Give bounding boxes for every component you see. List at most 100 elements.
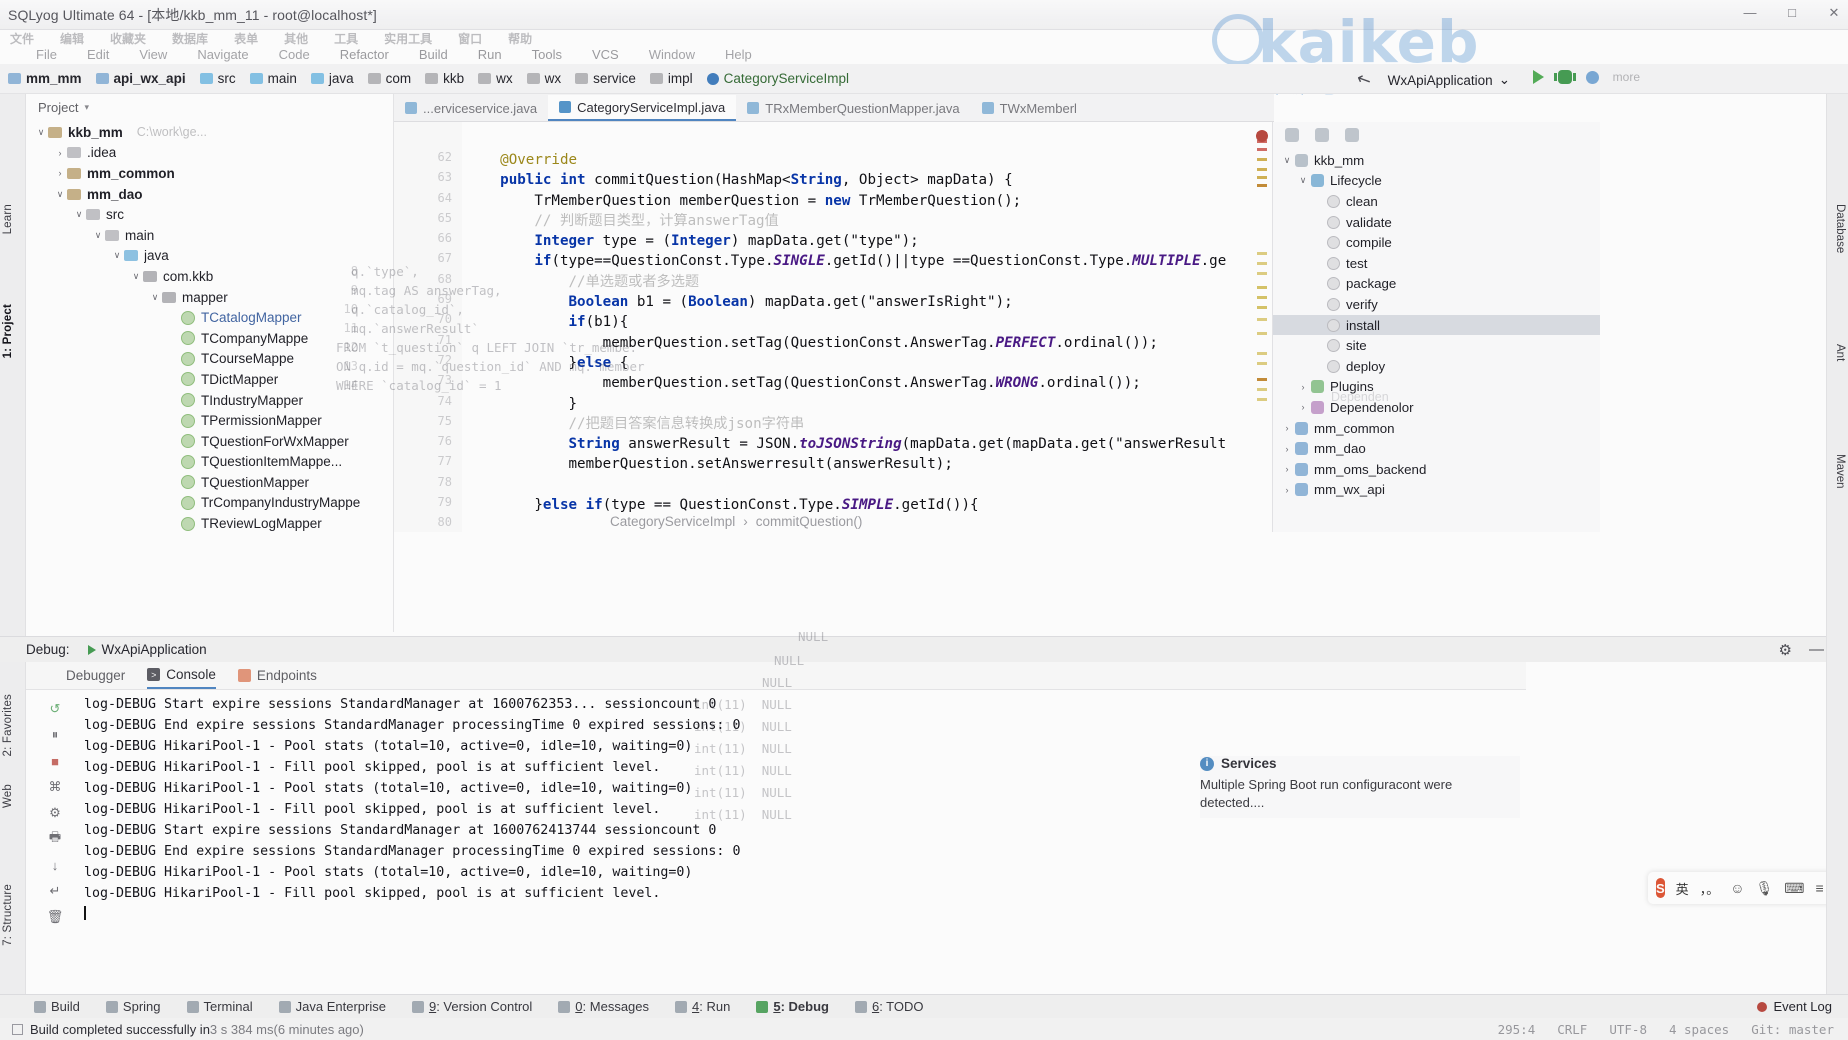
stripe-marker[interactable] [1257, 378, 1267, 381]
breadcrumb-item-service[interactable]: service [575, 71, 636, 86]
stripe-marker[interactable] [1257, 158, 1267, 161]
status-indicator[interactable]: CRLF [1557, 1022, 1587, 1037]
bottom-tab-9-version-control[interactable]: 9: Version Control [411, 999, 532, 1014]
bottom-tab-spring[interactable]: Spring [105, 999, 161, 1014]
status-indicator[interactable]: UTF-8 [1609, 1022, 1647, 1037]
tree-node-kkb_mm[interactable]: ∨ kkb_mm C:\work\ge... [26, 122, 393, 143]
breadcrumb-item-wx[interactable]: wx [478, 71, 513, 86]
chevron-right-icon[interactable]: › [1279, 444, 1295, 454]
print-icon[interactable]: 🖶 [42, 826, 68, 852]
stripe-marker[interactable] [1257, 272, 1267, 275]
chevron-right-icon[interactable]: › [1279, 464, 1295, 474]
maven-node-mm_wx_api[interactable]: › mm_wx_api [1273, 480, 1600, 501]
maven-node-install[interactable]: install [1273, 314, 1600, 336]
error-stripe[interactable] [1256, 122, 1268, 532]
ime-punctuation-toggle[interactable]: ，。 [1700, 879, 1720, 898]
maven-node-Lifecycle[interactable]: ∨ Lifecycle [1273, 171, 1600, 192]
add-icon[interactable] [1315, 128, 1329, 142]
status-checkbox-icon[interactable] [12, 1023, 23, 1035]
chevron-right-icon[interactable]: › [1279, 485, 1295, 495]
ide-menu-navigate[interactable]: Navigate [197, 47, 248, 62]
chevron-down-icon[interactable]: ∨ [53, 189, 67, 200]
event-log-button[interactable]: Event Log [1757, 999, 1832, 1014]
run-configuration-selector[interactable]: ↖ WxApiApplication ⌄ [1354, 68, 1518, 91]
rerun-icon[interactable]: ↺ [42, 696, 68, 722]
chevron-down-icon[interactable]: ∨ [72, 209, 86, 220]
chevron-down-icon[interactable]: ⌄ [1499, 72, 1510, 88]
scroll-icon[interactable]: ↓ [42, 852, 68, 878]
bottom-tab-build[interactable]: Build [34, 999, 80, 1014]
ime-language-toggle[interactable]: 英 [1676, 879, 1689, 898]
clear-all-icon[interactable]: 🗑 [42, 904, 68, 930]
ide-menu-build[interactable]: Build [419, 47, 448, 62]
minimize-icon[interactable]: — [1809, 641, 1824, 658]
ide-menu-window[interactable]: Window [649, 47, 695, 62]
run-button[interactable] [1532, 70, 1544, 84]
breadcrumb-item-com[interactable]: com [367, 71, 411, 86]
breadcrumb-item-mm_mm[interactable]: mm_mm [8, 71, 82, 86]
chevron-right-icon[interactable]: › [53, 148, 67, 158]
ide-menu-refactor[interactable]: Refactor [340, 47, 389, 62]
maven-node-validate[interactable]: validate [1273, 212, 1600, 233]
maven-node-verify[interactable]: verify [1273, 294, 1600, 315]
status-indicator[interactable]: 4 spaces [1669, 1022, 1729, 1037]
breadcrumb-item-CategoryServiceImpl[interactable]: CategoryServiceImpl [706, 71, 849, 86]
ide-menu-vcs[interactable]: VCS [592, 47, 619, 62]
settings-icon[interactable]: ⚙ [42, 800, 68, 826]
bottom-tab-4-run[interactable]: 4: Run [675, 999, 730, 1014]
tool-tab-database[interactable]: Database [1826, 204, 1846, 253]
close-button[interactable]: ✕ [1826, 3, 1842, 23]
camera-icon[interactable]: ⌘ [42, 774, 68, 800]
ide-menu-file[interactable]: File [36, 47, 57, 62]
ide-menu-run[interactable]: Run [478, 47, 502, 62]
stripe-marker[interactable] [1257, 388, 1267, 391]
tool-tab-web[interactable]: Web [2, 784, 24, 808]
maven-node-mm_common[interactable]: › mm_common [1273, 418, 1600, 439]
project-panel-header[interactable]: Project ▾ [26, 94, 393, 120]
breadcrumb-item-wx[interactable]: wx [526, 71, 561, 86]
stop-button[interactable] [1585, 70, 1599, 84]
editor-tab-CategoryServiceImpl.java[interactable]: CategoryServiceImpl.java [548, 95, 737, 121]
breadcrumb-item-api_wx_api[interactable]: api_wx_api [95, 71, 186, 86]
tool-tab-ant[interactable]: Ant [1826, 344, 1846, 361]
download-icon[interactable] [1345, 128, 1359, 142]
maven-node-mm_oms_backend[interactable]: › mm_oms_backend [1273, 459, 1600, 480]
stripe-marker[interactable] [1257, 332, 1267, 335]
chevron-down-icon[interactable]: ▾ [84, 102, 89, 113]
editor-tab-TRxMemberQuestionMapper.java[interactable]: TRxMemberQuestionMapper.java [736, 95, 970, 121]
ime-toolbar[interactable]: S 英 ，。 ☺ 🎙 ⌨ ≡ ✕ [1648, 872, 1846, 904]
status-indicator[interactable]: 295:4 [1498, 1022, 1536, 1037]
chevron-right-icon[interactable]: › [1295, 402, 1311, 412]
tree-node-TReviewLogMapper[interactable]: TReviewLogMapper [26, 513, 393, 534]
chevron-down-icon[interactable]: ∨ [1295, 175, 1311, 186]
more-actions-button[interactable]: more [1613, 70, 1640, 84]
tree-node-TQuestionItemMappe...[interactable]: TQuestionItemMappe... [26, 452, 393, 473]
chevron-down-icon[interactable]: ∨ [34, 127, 48, 138]
ide-menu-help[interactable]: Help [725, 47, 752, 62]
maximize-button[interactable]: □ [1784, 3, 1800, 23]
emoji-icon[interactable]: ☺ [1730, 880, 1744, 896]
chevron-down-icon[interactable]: ∨ [110, 250, 124, 261]
stripe-marker[interactable] [1257, 176, 1267, 179]
maven-node-Plugins[interactable]: › Plugins [1273, 377, 1600, 398]
method-breadcrumb-item[interactable]: commitQuestion() [756, 514, 863, 529]
gear-icon[interactable]: ⚙ [1779, 641, 1792, 659]
stripe-marker[interactable] [1257, 362, 1267, 365]
tree-node-mm_common[interactable]: › mm_common [26, 163, 393, 184]
maven-node-Dependenolor[interactable]: › Dependenolor [1273, 397, 1600, 418]
chevron-right-icon[interactable]: › [1279, 423, 1295, 433]
breadcrumb-item-kkb[interactable]: kkb [425, 71, 464, 86]
stop-icon[interactable]: ■ [42, 748, 68, 774]
chevron-down-icon[interactable]: ∨ [91, 230, 105, 241]
maven-node-kkb_mm[interactable]: ∨ kkb_mm [1273, 150, 1600, 171]
stripe-marker[interactable] [1257, 306, 1267, 309]
refresh-icon[interactable] [1285, 128, 1299, 142]
chevron-right-icon[interactable]: › [53, 168, 67, 178]
tree-node-.idea[interactable]: › .idea [26, 143, 393, 164]
ide-menu-view[interactable]: View [139, 47, 167, 62]
stripe-marker[interactable] [1257, 398, 1267, 401]
bottom-tab-5-debug[interactable]: 5: Debug [756, 999, 829, 1014]
maven-node-test[interactable]: test [1273, 253, 1600, 274]
error-count-icon[interactable] [1256, 130, 1268, 142]
maven-node-clean[interactable]: clean [1273, 191, 1600, 212]
